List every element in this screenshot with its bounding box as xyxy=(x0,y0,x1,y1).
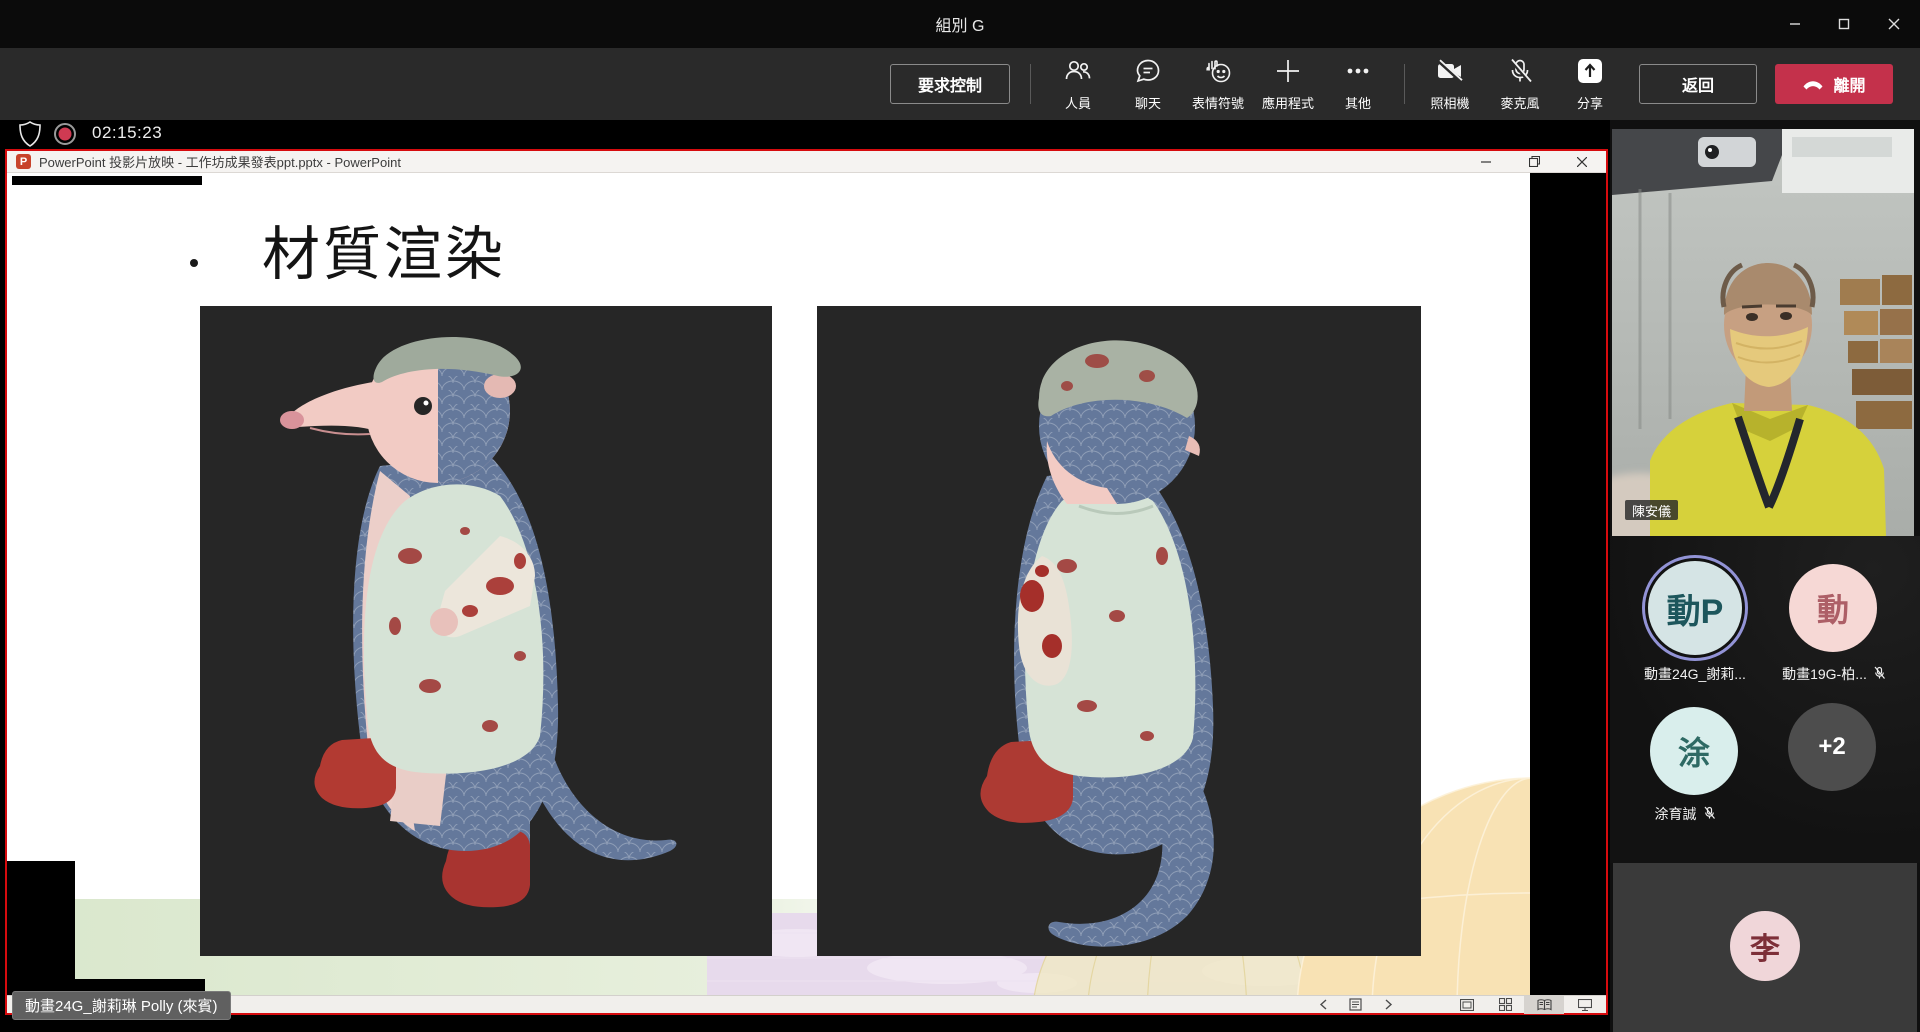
leave-label: 離開 xyxy=(1833,72,1865,96)
mic-off-icon xyxy=(1873,666,1886,683)
ppt-slide-area: 材質渲染 xyxy=(7,173,1606,995)
slideshow-view-icon[interactable] xyxy=(1564,996,1606,1014)
ppt-restore-icon[interactable] xyxy=(1510,151,1558,173)
window-title: 組別 G xyxy=(0,0,1920,48)
ppt-status-bar: 投影片 19 / 19 xyxy=(7,995,1606,1013)
notes-icon[interactable] xyxy=(1338,996,1372,1014)
normal-view-icon[interactable] xyxy=(1448,996,1486,1014)
participants-sidebar: 陳安儀 動P 動 動畫24G_謝莉... 動畫19G-柏... 涂 +2 涂育誠 xyxy=(1610,120,1920,1032)
share-label: 分享 xyxy=(1577,93,1603,112)
avatar-initials: 涂 xyxy=(1678,728,1710,774)
reactions-label-chat: 聊天 xyxy=(1135,93,1161,112)
plus-icon xyxy=(1275,58,1301,89)
projector-icon xyxy=(1698,137,1756,167)
presenter-video-frame xyxy=(1612,129,1914,536)
participant-avatar[interactable]: 動 xyxy=(1789,564,1877,652)
participant-video-tile[interactable]: 李 xyxy=(1613,863,1917,1032)
participant-label: 動畫19G-柏... xyxy=(1750,664,1918,684)
maximize-icon[interactable] xyxy=(1821,0,1867,48)
share-arrow-icon xyxy=(1575,58,1605,89)
participant-avatar[interactable]: 涂 xyxy=(1650,707,1738,795)
window-titlebar: 組別 G xyxy=(0,0,1920,48)
ppt-titlebar: P PowerPoint 投影片放映 - 工作坊成果發表ppt.pptx - P… xyxy=(7,151,1606,173)
share-button[interactable]: 分享 xyxy=(1542,58,1638,112)
people-label: 人員 xyxy=(1065,93,1091,112)
letterbox-right xyxy=(1530,173,1606,995)
render-panel-right xyxy=(817,306,1421,956)
previous-slide-icon[interactable] xyxy=(1308,996,1338,1014)
presenter-video-tile[interactable]: 陳安儀 xyxy=(1612,129,1914,536)
minimize-icon[interactable] xyxy=(1772,0,1818,48)
apps-label: 應用程式 xyxy=(1262,93,1314,112)
avatar-initials: 李 xyxy=(1750,924,1780,968)
meeting-timer: 02:15:23 xyxy=(92,123,162,143)
mic-label: 麥克風 xyxy=(1500,93,1539,112)
letterbox-bottom-left xyxy=(7,861,75,995)
powerpoint-logo-icon: P xyxy=(16,154,31,169)
people-icon xyxy=(1064,58,1092,89)
meeting-toolbar: 02:15:23 要求控制 人員 聊天 xyxy=(0,48,1920,120)
participant-avatar: 李 xyxy=(1730,911,1800,981)
letterbox-top-left xyxy=(12,176,202,185)
request-control-button[interactable]: 要求控制 xyxy=(890,64,1010,104)
slide-title: 材質渲染 xyxy=(262,207,506,291)
emoji-hand-icon xyxy=(1203,58,1233,89)
slide-bullet xyxy=(190,259,198,267)
reading-view-icon[interactable] xyxy=(1524,996,1564,1014)
avatar-initials: 動 xyxy=(1817,585,1849,631)
slide-sorter-view-icon[interactable] xyxy=(1486,996,1524,1014)
video-name-tag: 陳安儀 xyxy=(1625,500,1678,520)
shield-icon xyxy=(18,121,42,152)
more-label: 其他 xyxy=(1345,93,1371,112)
mic-off-icon xyxy=(1507,58,1533,89)
ppt-minimize-icon[interactable] xyxy=(1462,151,1510,173)
chat-icon xyxy=(1135,58,1161,89)
render-panel-left xyxy=(200,306,772,956)
ppt-close-icon[interactable] xyxy=(1558,151,1606,173)
character-render-back-view xyxy=(817,306,1421,956)
mic-off-icon xyxy=(1703,806,1716,823)
next-slide-icon[interactable] xyxy=(1372,996,1406,1014)
ppt-window-title: PowerPoint 投影片放映 - 工作坊成果發表ppt.pptx - Pow… xyxy=(39,152,401,171)
reactions-label: 表情符號 xyxy=(1192,93,1244,112)
avatar-initials: 動P xyxy=(1667,584,1724,633)
record-dot-icon xyxy=(53,122,77,151)
teams-meeting-window: 組別 G 02:15:23 要求控制 xyxy=(0,0,1920,1032)
participant-label: 涂育誠 xyxy=(1610,804,1760,824)
shared-powerpoint-window: P PowerPoint 投影片放映 - 工作坊成果發表ppt.pptx - P… xyxy=(5,149,1608,1015)
overflow-participants-avatar[interactable]: +2 xyxy=(1788,703,1876,791)
ellipsis-icon xyxy=(1345,58,1371,89)
leave-button[interactable]: 離開 xyxy=(1775,64,1893,104)
participant-avatar[interactable]: 動P xyxy=(1648,561,1742,655)
avatar-initials: +2 xyxy=(1818,733,1845,761)
presenter-tooltip: 動畫24G_謝莉琳 Polly (來賓) xyxy=(12,991,231,1020)
camera-off-icon xyxy=(1435,58,1465,89)
back-button[interactable]: 返回 xyxy=(1639,64,1757,104)
camera-label: 照相機 xyxy=(1430,93,1469,112)
hangup-icon xyxy=(1802,78,1824,90)
close-icon[interactable] xyxy=(1871,0,1917,48)
more-button[interactable]: 其他 xyxy=(1310,58,1406,112)
character-render-side-view xyxy=(200,306,772,956)
